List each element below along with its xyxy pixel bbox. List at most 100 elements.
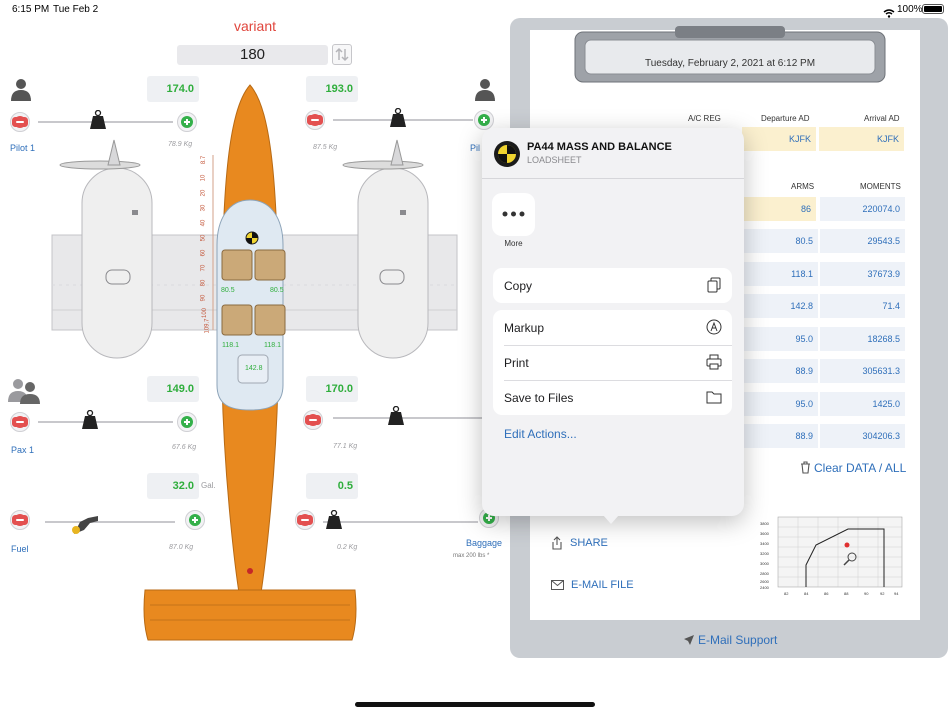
pax1-slider-weight-icon[interactable] bbox=[82, 409, 98, 435]
edit-actions-link[interactable]: Edit Actions... bbox=[504, 427, 577, 441]
pax1-value[interactable]: 149.0 bbox=[147, 376, 199, 402]
pilot1-plus-button[interactable] bbox=[177, 112, 197, 132]
pilot1-minus-button[interactable] bbox=[10, 112, 30, 132]
baggage-slider-weight-icon[interactable] bbox=[326, 509, 342, 535]
fuel-nozzle-icon[interactable] bbox=[70, 508, 100, 541]
baggage-slider[interactable] bbox=[323, 521, 478, 523]
seat-row1-left-arm: 80.5 bbox=[221, 287, 235, 294]
email-file-button[interactable]: E-MAIL FILE bbox=[551, 578, 671, 594]
arm-cell: 95.0 bbox=[742, 392, 818, 416]
arm-scale-tick: 8.7 bbox=[201, 155, 208, 165]
arm-scale-tick: 80 bbox=[200, 279, 207, 287]
fuel-plus-button[interactable] bbox=[185, 510, 205, 530]
app-logo-icon bbox=[494, 141, 520, 167]
arm-cell: 86 bbox=[742, 197, 816, 221]
arm-scale-tick: 109.7 bbox=[204, 318, 211, 334]
print-action[interactable]: Print bbox=[493, 345, 732, 380]
pilot1-label: Pilot 1 bbox=[10, 143, 36, 153]
envelope-y-tick: 3200 bbox=[760, 551, 769, 556]
status-date: Tue Feb 2 bbox=[53, 4, 99, 15]
moment-cell: 18268.5 bbox=[820, 327, 905, 351]
envelope-x-tick: 86 bbox=[824, 591, 829, 596]
ac-reg-header: A/C REG bbox=[688, 114, 721, 123]
pilot1-value[interactable]: 174.0 bbox=[147, 76, 199, 102]
save-to-files-label: Save to Files bbox=[504, 391, 574, 405]
more-button[interactable] bbox=[492, 193, 535, 236]
fuel-slider[interactable] bbox=[45, 521, 175, 523]
pilot2-minus-button[interactable] bbox=[305, 110, 325, 130]
envelope-x-tick: 92 bbox=[880, 591, 885, 596]
envelope-x-tick: 84 bbox=[804, 591, 809, 596]
pax2-slider[interactable] bbox=[333, 417, 483, 419]
share-sheet-divider bbox=[482, 178, 744, 179]
paper-plane-icon bbox=[684, 635, 694, 645]
arrival-header: Arrival AD bbox=[864, 114, 900, 123]
departure-field[interactable]: KJFK bbox=[742, 127, 816, 151]
share-sheet-subtitle: LOADSHEET bbox=[527, 155, 582, 165]
envelope-y-tick: 3400 bbox=[760, 541, 769, 546]
copy-action[interactable]: Copy bbox=[493, 268, 732, 303]
arrival-field[interactable]: KJFK bbox=[819, 127, 904, 151]
envelope-y-tick: 2600 bbox=[760, 579, 769, 584]
ellipsis-icon bbox=[502, 211, 525, 217]
pax2-value[interactable]: 170.0 bbox=[306, 376, 358, 402]
more-label: More bbox=[504, 239, 523, 248]
arm-cell: 80.5 bbox=[742, 229, 818, 253]
pilot2-kg: 87.5 Kg bbox=[313, 144, 338, 151]
moment-cell: 305631.3 bbox=[820, 359, 905, 383]
envelope-icon bbox=[551, 580, 564, 590]
arm-cell: 95.0 bbox=[742, 327, 818, 351]
trash-icon bbox=[801, 461, 810, 474]
pilot-person-icon bbox=[10, 78, 31, 102]
battery-percent: 100% bbox=[897, 4, 923, 15]
fuel-label: Fuel bbox=[11, 544, 29, 554]
arm-cell: 88.9 bbox=[742, 359, 818, 383]
share-label: SHARE bbox=[570, 537, 608, 549]
envelope-x-tick: 82 bbox=[784, 591, 789, 596]
popover-arrow bbox=[603, 512, 619, 524]
arm-scale-tick: 20 bbox=[200, 189, 207, 197]
share-button[interactable]: SHARE bbox=[551, 536, 651, 552]
swap-variant-button[interactable] bbox=[332, 44, 352, 65]
markup-action[interactable]: Markup bbox=[493, 310, 732, 345]
envelope-x-tick: 94 bbox=[894, 591, 899, 596]
fuel-value[interactable]: 32.0 bbox=[147, 473, 199, 499]
folder-icon bbox=[706, 391, 722, 404]
pilot1-kg: 78.9 Kg bbox=[168, 141, 193, 148]
variant-title: variant bbox=[233, 18, 277, 34]
seat-row1-right-arm: 80.5 bbox=[270, 287, 284, 294]
seat-row2-left-arm: 118.1 bbox=[222, 342, 239, 349]
markup-label: Markup bbox=[504, 321, 545, 335]
arm-scale-tick: 10 bbox=[200, 174, 207, 182]
pax1-plus-button[interactable] bbox=[177, 412, 197, 432]
departure-header: Departure AD bbox=[761, 114, 810, 123]
share-icon bbox=[552, 536, 562, 550]
pax1-slider[interactable] bbox=[38, 421, 173, 423]
save-to-files-action[interactable]: Save to Files bbox=[493, 380, 732, 415]
copy-icon bbox=[707, 277, 721, 293]
pilot1-slider-weight-icon[interactable] bbox=[90, 109, 106, 135]
menu-group-copy: Copy bbox=[493, 268, 732, 303]
arm-scale-tick: 70 bbox=[200, 264, 207, 272]
email-support-label: E-Mail Support bbox=[698, 633, 778, 647]
arm-scale-tick: 40 bbox=[200, 219, 207, 227]
baggage-minus-button[interactable] bbox=[295, 510, 315, 530]
email-support-button[interactable]: E-Mail Support bbox=[683, 632, 803, 648]
pilot2-value[interactable]: 193.0 bbox=[306, 76, 358, 102]
pilot2-plus-button[interactable] bbox=[474, 110, 494, 130]
envelope-y-tick: 2400 bbox=[760, 585, 769, 590]
fuel-minus-button[interactable] bbox=[10, 510, 30, 530]
pax2-slider-weight-icon[interactable] bbox=[388, 405, 404, 431]
pax1-minus-button[interactable] bbox=[10, 412, 30, 432]
moment-cell: 304206.3 bbox=[820, 424, 905, 448]
fuel-unit-gal: Gal. bbox=[201, 481, 216, 490]
seat-row2-right-arm: 118.1 bbox=[264, 342, 281, 349]
copilot-person-icon bbox=[474, 78, 495, 102]
moment-cell: 71.4 bbox=[820, 294, 905, 318]
arm-scale-tick: 90 bbox=[200, 294, 207, 302]
variant-value-field[interactable]: 180 bbox=[177, 45, 328, 65]
baggage-kg: 0.2 Kg bbox=[337, 544, 358, 551]
baggage-value[interactable]: 0.5 bbox=[306, 473, 358, 499]
pax2-minus-button[interactable] bbox=[303, 410, 323, 430]
pilot2-slider-weight-icon[interactable] bbox=[390, 107, 406, 133]
